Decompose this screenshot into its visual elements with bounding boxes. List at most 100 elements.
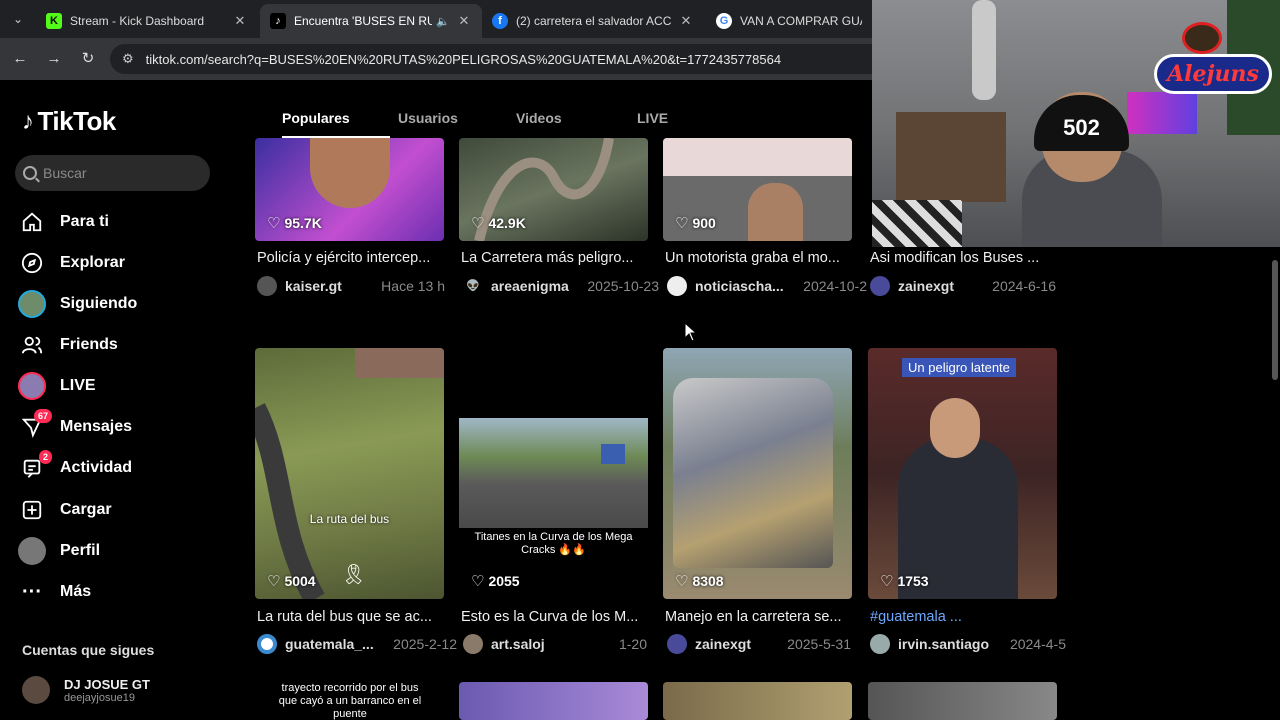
like-count: ♡ 900	[675, 215, 716, 232]
avatar	[257, 276, 277, 296]
tiktok-note-icon: ♪	[22, 107, 34, 135]
heart-icon: ♡	[267, 215, 281, 232]
avatar	[870, 276, 890, 296]
video-thumbnail[interactable]: ♡ 900	[663, 138, 852, 241]
video-thumbnail[interactable]: La ruta del bus ♡ 5004 🎗	[255, 348, 444, 599]
following-accounts-title: Cuentas que sigues	[22, 642, 155, 658]
avatar	[22, 676, 50, 704]
video-overlay-text: La ruta del bus	[309, 512, 390, 526]
video-caption[interactable]: La ruta del bus que se ac...	[257, 609, 446, 625]
nav-profile[interactable]: Perfil	[18, 535, 100, 567]
video-thumbnail[interactable]	[663, 682, 852, 720]
logo-avatar	[1182, 22, 1222, 54]
nav-upload[interactable]: Cargar	[18, 494, 112, 526]
video-caption[interactable]: Asi modifican los Buses ...	[870, 250, 1059, 266]
browser-tab-active[interactable]: ♪ Encuentra 'BUSES EN RUTAS 🔈 ✕	[260, 4, 482, 38]
more-icon: ···	[22, 580, 42, 603]
video-thumbnail[interactable]	[868, 682, 1057, 720]
avatar	[667, 276, 687, 296]
live-avatar	[18, 372, 46, 400]
nav-messages[interactable]: 67 Mensajes	[18, 409, 132, 443]
back-icon[interactable]: ←	[9, 48, 31, 70]
avatar	[870, 634, 890, 654]
video-overlay-label: Un peligro latente	[902, 358, 1016, 377]
tab-videos[interactable]: Videos	[516, 110, 562, 126]
reload-icon[interactable]: ↻	[77, 48, 99, 70]
tab-usuarios[interactable]: Usuarios	[398, 110, 458, 126]
nav-friends[interactable]: Friends	[18, 329, 118, 361]
heart-icon: ♡	[471, 215, 485, 232]
video-thumbnail[interactable]	[459, 682, 648, 720]
activity-badge: 2	[38, 450, 52, 464]
avatar	[667, 634, 687, 654]
nav-for-you[interactable]: Para ti	[18, 206, 109, 238]
video-thumbnail[interactable]: ♡ 8308	[663, 348, 852, 599]
tab-close-icon[interactable]: ✕	[678, 13, 694, 29]
avatar	[463, 634, 483, 654]
heart-icon: ♡	[675, 215, 689, 232]
activity-icon: 2	[18, 450, 52, 482]
video-thumbnail[interactable]: Un peligro latente ♡ 1753	[868, 348, 1057, 599]
nav-following[interactable]: Siguiendo	[18, 288, 137, 320]
tab-search-chevron-icon[interactable]: ⌄	[6, 8, 30, 30]
video-caption[interactable]: Esto es la Curva de los M...	[461, 609, 650, 625]
search-icon	[23, 166, 37, 180]
video-caption[interactable]: Un motorista graba el mo...	[665, 250, 854, 266]
cap-text: 502	[1063, 115, 1100, 140]
chicken-bus-shape	[673, 378, 833, 568]
video-author-row: art.saloj 1-20	[463, 634, 647, 654]
home-icon	[18, 208, 46, 236]
page-scrollbar[interactable]	[1272, 260, 1278, 380]
followed-account[interactable]: DJ JOSUE GT deejayjosue19	[22, 676, 150, 704]
tab-close-icon[interactable]: ✕	[456, 13, 472, 29]
thumbnail-person	[310, 138, 390, 208]
video-author-row: irvin.santiago 2024-4-5	[870, 634, 1066, 654]
zebra-blanket-shape	[872, 200, 962, 247]
video-thumbnail[interactable]: ♡ 42.9K	[459, 138, 648, 241]
video-author-row: zainexgt 2025-5-31	[667, 634, 851, 654]
sidebar: ♪ TikTok Buscar Para ti Explorar Siguien…	[0, 80, 240, 720]
like-count: ♡ 2055	[471, 573, 520, 590]
thumbnail-banner	[663, 138, 852, 176]
browser-tab[interactable]: f (2) carretera el salvador ACCIDE ✕	[482, 4, 704, 38]
video-thumbnail[interactable]: trayecto recorrido por el bus que cayó a…	[255, 682, 444, 720]
logo-badge: Alejuns	[1154, 54, 1272, 94]
speaker-icon[interactable]: 🔈	[436, 15, 450, 28]
heart-icon: ♡	[267, 573, 281, 590]
nav-activity[interactable]: 2 Actividad	[18, 450, 132, 484]
nav-live[interactable]: LIVE	[18, 370, 96, 402]
browser-tab[interactable]: G VAN A COMPRAR GUATEMA	[706, 4, 872, 38]
video-author-row: noticiascha... 2024-10-2	[667, 276, 867, 296]
video-author-row: 👽 areaenigma 2025-10-23	[463, 276, 659, 296]
nav-explore[interactable]: Explorar	[18, 247, 125, 279]
video-caption[interactable]: Manejo en la carretera se...	[665, 609, 854, 625]
search-tabs: Populares Usuarios Videos LIVE	[240, 80, 860, 138]
tab-populares[interactable]: Populares	[282, 110, 350, 126]
tab-close-icon[interactable]: ✕	[232, 13, 248, 29]
video-caption[interactable]: La Carretera más peligro...	[461, 250, 650, 266]
ribbon-icon: 🎗	[341, 564, 367, 586]
browser-tab[interactable]: K Stream - Kick Dashboard ✕	[36, 4, 258, 38]
search-input[interactable]: Buscar	[15, 155, 210, 191]
like-count: ♡ 8308	[675, 573, 724, 590]
nav-more[interactable]: ··· Más	[18, 576, 91, 608]
video-caption[interactable]: #guatemala ...	[870, 609, 1059, 625]
webcam-overlay: 502 Alejuns	[872, 0, 1280, 247]
video-thumbnail[interactable]: Titanes en la Curva de los Mega Cracks 🔥…	[459, 348, 648, 599]
video-caption[interactable]: Policía y ejército intercep...	[257, 250, 446, 266]
punching-bag-shape	[972, 0, 996, 100]
site-settings-icon[interactable]: ⚙	[122, 51, 134, 67]
upload-icon	[18, 496, 46, 524]
url-field[interactable]: ⚙ tiktok.com/search?q=BUSES%20EN%20RUTAS…	[110, 44, 910, 74]
tiktok-logo[interactable]: ♪ TikTok	[22, 106, 116, 137]
video-author-row: guatemala_... 2025-2-12	[257, 634, 457, 654]
profile-avatar	[18, 537, 46, 565]
video-thumbnail[interactable]: ♡ 95.7K	[255, 138, 444, 241]
tab-live[interactable]: LIVE	[637, 110, 668, 126]
facebook-icon: f	[492, 13, 508, 29]
video-author-row: kaiser.gt Hace 13 h	[257, 276, 445, 296]
thumbnail-person	[748, 183, 803, 241]
like-count: ♡ 1753	[880, 573, 929, 590]
forward-icon[interactable]: →	[43, 48, 65, 70]
video-overlay-text: trayecto recorrido por el bus que cayó a…	[278, 682, 422, 720]
